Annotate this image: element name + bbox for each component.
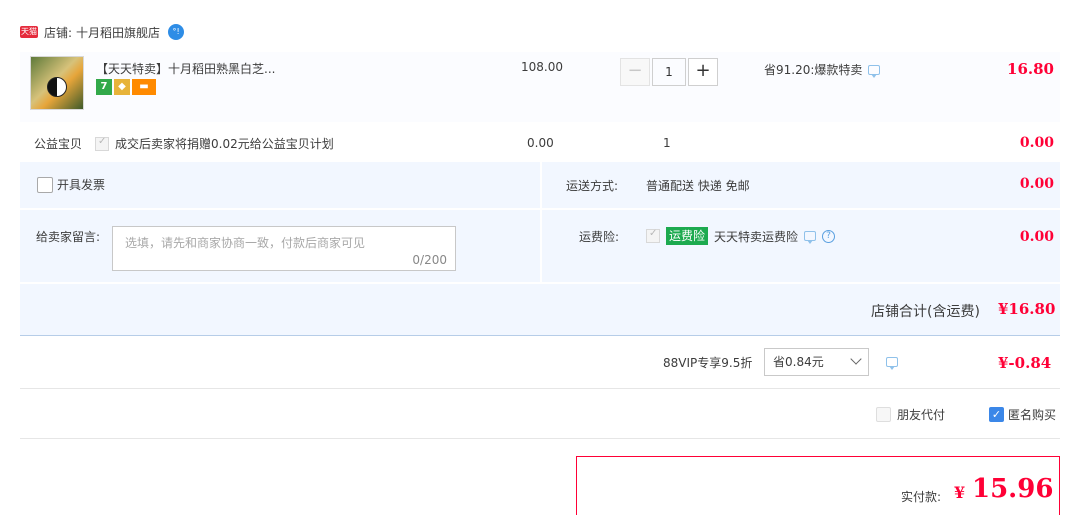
vip-discount-amount: ¥-0.84	[998, 354, 1052, 372]
payment-amount: 15.96	[972, 474, 1054, 504]
insurance-option: 运费险 天天特卖运费险 ?	[646, 227, 836, 245]
insurance-label: 运费险:	[579, 230, 620, 244]
invoice-label: 开具发票	[57, 178, 106, 192]
insurance-name: 天天特卖运费险	[714, 229, 799, 244]
promotion-text: 省91.20:爆款特卖	[764, 63, 863, 77]
friend-pay-checkbox[interactable]	[876, 407, 891, 422]
product-thumbnail[interactable]	[30, 56, 84, 110]
charity-label: 公益宝贝	[34, 137, 83, 151]
charity-subtotal: 0.00	[1019, 135, 1054, 151]
yin-yang-icon	[47, 77, 67, 97]
vip-discount-select[interactable]: 省0.84元	[764, 348, 869, 376]
chevron-down-icon	[850, 353, 862, 365]
message-char-count: 0/200	[412, 253, 447, 267]
anonymous-buy-option[interactable]: ✓ 匿名购买	[989, 406, 1056, 423]
insurance-amount: 0.00	[1019, 229, 1054, 245]
product-title-link[interactable]: 【天天特卖】十月稻田熟黑白芝...	[96, 60, 275, 77]
unit-price: 108.00	[521, 60, 563, 74]
charity-checkbox	[95, 136, 109, 151]
anonymous-buy-checkbox[interactable]: ✓	[989, 407, 1004, 422]
promotion-info: 省91.20:爆款特卖	[764, 61, 881, 78]
guarantee-icon[interactable]: ◆	[114, 79, 130, 95]
chat-icon[interactable]: °!	[168, 24, 185, 40]
shipping-panel	[542, 162, 1060, 208]
comment-icon[interactable]	[886, 357, 898, 370]
product-tags: 7 ◆ ▬	[96, 79, 156, 95]
comment-icon[interactable]	[868, 64, 881, 78]
help-icon[interactable]: ?	[822, 229, 836, 243]
divider	[20, 438, 1060, 439]
store-label: 店铺:	[44, 25, 73, 40]
friend-pay-label: 朋友代付	[897, 408, 946, 422]
store-total-label: 店铺合计(含运费)	[871, 304, 980, 320]
quantity-decrease-button[interactable]: −	[620, 58, 650, 86]
tmall-badge: 天猫	[20, 26, 38, 38]
payment-currency: ¥	[954, 483, 966, 502]
product-subtotal: 16.80	[1007, 60, 1054, 78]
vip-discount-label: 88VIP专享9.5折	[663, 356, 753, 370]
divider	[20, 388, 1060, 389]
invoice-checkbox[interactable]	[37, 176, 53, 193]
charity-description: 成交后卖家将捐赠0.02元给公益宝贝计划	[95, 135, 334, 152]
seller-message-input[interactable]: 选填，请先和商家协商一致，付款后商家可见 0/200	[112, 226, 456, 271]
store-header: 天猫 店铺: 十月稻田旗舰店 °!	[20, 22, 185, 42]
message-placeholder: 选填，请先和商家协商一致，付款后商家可见	[125, 236, 366, 250]
quantity-increase-button[interactable]: +	[688, 58, 718, 86]
insurance-checkbox	[646, 228, 660, 243]
invoice-option[interactable]: 开具发票	[37, 176, 105, 193]
message-label: 给卖家留言:	[36, 230, 101, 244]
shipping-label: 运送方式:	[566, 179, 619, 193]
quantity-input[interactable]: 1	[652, 58, 686, 86]
payment-label: 实付款:	[901, 490, 942, 504]
store-total-value: ¥16.80	[998, 300, 1056, 318]
insurance-panel	[542, 210, 1060, 282]
seven-day-return-icon[interactable]: 7	[96, 79, 112, 95]
charity-quantity: 1	[663, 136, 671, 150]
charity-price: 0.00	[527, 136, 554, 150]
vip-selected-option: 省0.84元	[773, 355, 824, 369]
charity-text: 成交后卖家将捐赠0.02元给公益宝贝计划	[115, 137, 334, 151]
shipping-amount: 0.00	[1019, 176, 1054, 192]
store-name-link[interactable]: 十月稻田旗舰店	[76, 24, 160, 41]
shipping-method: 普通配送 快递 免邮	[646, 179, 750, 193]
quantity-stepper: − 1 +	[620, 58, 718, 86]
comment-icon[interactable]	[804, 231, 817, 244]
insurance-tag: 运费险	[666, 227, 709, 245]
friend-pay-option[interactable]: 朋友代付	[876, 406, 945, 423]
anonymous-buy-label: 匿名购买	[1008, 408, 1057, 422]
credit-card-icon[interactable]: ▬	[132, 79, 156, 95]
